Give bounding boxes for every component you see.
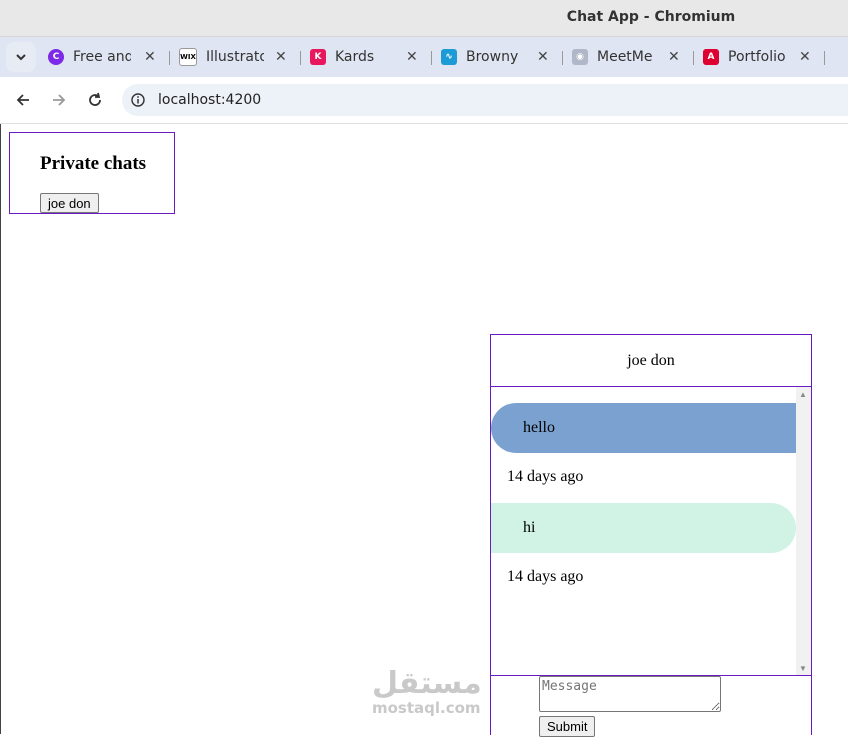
tab-label: Illustrato [206, 49, 264, 65]
chevron-down-icon [16, 54, 26, 61]
message-bubble-received: hi [491, 503, 796, 553]
angular-icon: A [703, 49, 719, 65]
mostaql-watermark: مستقل mostaql.com [372, 666, 482, 717]
watermark-latin: mostaql.com [372, 699, 481, 717]
tab-label: Kards [335, 49, 375, 65]
address-bar[interactable]: localhost:4200 [122, 84, 848, 116]
kards-icon: K [310, 49, 326, 65]
chat-window: joe don hello 14 days ago hi 14 days ago… [490, 334, 812, 737]
message-input[interactable] [539, 676, 721, 712]
tab-browny[interactable]: ∿ Browny ✕ [441, 43, 549, 71]
tab-strip: C Free and ✕ WIX Illustrato ✕ K Kards ✕ … [0, 37, 848, 101]
message-timestamp: 14 days ago [507, 468, 584, 485]
window-title: Chat App - Chromium [566, 9, 736, 25]
site-info-icon[interactable] [131, 93, 145, 107]
tab-label: Portfolio [728, 49, 786, 65]
watermark-arabic: مستقل [372, 666, 482, 701]
message-bubble-sent: hello [491, 403, 796, 453]
scroll-up-icon[interactable]: ▲ [799, 390, 807, 399]
reload-icon[interactable] [85, 90, 105, 110]
contact-button-joe-don[interactable]: joe don [40, 193, 99, 213]
address-url: localhost:4200 [158, 92, 262, 108]
page-left-border [0, 124, 1, 734]
tab-illustrator[interactable]: WIX Illustrato ✕ [179, 43, 287, 71]
forward-arrow-icon[interactable] [49, 90, 69, 110]
canva-icon: C [48, 49, 64, 65]
tab-free-and[interactable]: C Free and ✕ [48, 43, 156, 71]
message-composer: Submit [491, 675, 811, 737]
tab-close-icon[interactable]: ✕ [406, 49, 418, 65]
tab-portfolio[interactable]: A Portfolio ✕ [703, 43, 811, 71]
tab-close-icon[interactable]: ✕ [275, 49, 287, 65]
tab-close-icon[interactable]: ✕ [668, 49, 680, 65]
window-titlebar: Chat App - Chromium [0, 0, 848, 37]
wix-icon: WIX [179, 48, 197, 66]
tab-close-icon[interactable]: ✕ [799, 49, 811, 65]
message-timestamp: 14 days ago [507, 568, 584, 585]
scroll-down-icon[interactable]: ▼ [799, 664, 807, 673]
tab-label: MeetMe [597, 49, 653, 65]
tab-close-icon[interactable]: ✕ [144, 49, 156, 65]
message-scrollbar[interactable]: ▲ ▼ [796, 387, 811, 675]
camera-icon: ◉ [572, 49, 588, 65]
chat-header: joe don [491, 335, 811, 387]
private-chats-panel: Private chats joe don [9, 132, 175, 214]
private-chats-heading: Private chats [40, 153, 147, 174]
back-arrow-icon[interactable] [13, 90, 33, 110]
tab-close-icon[interactable]: ✕ [537, 49, 549, 65]
tab-meetme[interactable]: ◉ MeetMe ✕ [572, 43, 680, 71]
tab-label: Free and [73, 49, 131, 65]
tab-label: Browny [466, 49, 519, 65]
browser-toolbar: localhost:4200 [0, 77, 848, 124]
browny-icon: ∿ [441, 49, 457, 65]
tab-search-button[interactable] [6, 42, 36, 72]
tab-kards[interactable]: K Kards ✕ [310, 43, 418, 71]
message-list[interactable]: hello 14 days ago hi 14 days ago [491, 387, 811, 675]
